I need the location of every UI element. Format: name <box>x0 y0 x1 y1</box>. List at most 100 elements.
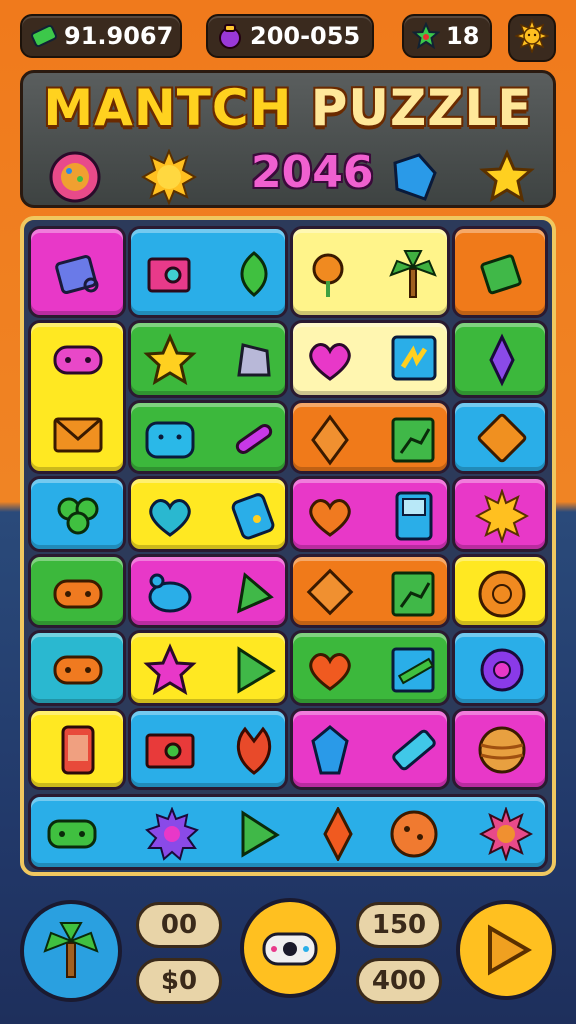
play-icon <box>241 810 280 858</box>
tile[interactable] <box>290 476 450 552</box>
tile[interactable] <box>128 476 288 552</box>
tile[interactable] <box>28 226 126 318</box>
tile[interactable] <box>28 554 126 628</box>
palm-tree-icon <box>389 250 437 298</box>
bell-icon <box>237 343 271 377</box>
gamepad-icon <box>47 819 97 849</box>
planet-icon <box>478 726 526 774</box>
potion-counter[interactable]: 200-055 <box>206 14 374 58</box>
tile[interactable] <box>128 708 288 790</box>
sun-icon <box>475 489 529 543</box>
title-banner: MANTCH PUZZLE 2046 <box>20 70 556 208</box>
heart-icon <box>309 653 351 691</box>
gear-icon <box>480 648 524 692</box>
gamepad-icon <box>53 655 103 685</box>
camera-icon <box>147 257 191 293</box>
cookie-icon <box>390 810 438 858</box>
gameboy-icon <box>395 491 433 541</box>
camera-icon <box>145 733 195 769</box>
tile[interactable] <box>28 794 548 870</box>
potion-icon <box>216 22 244 50</box>
note-icon <box>391 335 437 381</box>
tag-icon <box>231 493 275 540</box>
face-icon <box>145 421 195 459</box>
controller-button[interactable] <box>240 898 340 998</box>
flower-icon <box>312 253 344 297</box>
gamepad-icon <box>53 345 103 375</box>
game-title: MANTCH PUZZLE <box>23 79 553 137</box>
tile[interactable] <box>290 554 450 628</box>
tile[interactable] <box>128 400 288 474</box>
phone-icon <box>61 725 95 775</box>
diamond-icon <box>306 568 354 616</box>
title-part-2: PUZZLE <box>310 79 533 137</box>
tile[interactable] <box>128 630 288 706</box>
tile[interactable] <box>290 708 450 790</box>
sun-icon <box>141 149 197 205</box>
eraser-icon <box>392 729 436 771</box>
percent-icon <box>235 424 273 454</box>
tile[interactable] <box>290 400 450 474</box>
heart-icon <box>149 499 191 537</box>
settings-button[interactable] <box>508 14 556 62</box>
play-icon <box>237 646 276 694</box>
cookie-icon <box>49 151 101 203</box>
wallet-icon <box>55 255 99 295</box>
tile[interactable] <box>452 226 548 318</box>
crystal-icon <box>323 807 353 861</box>
puzzle-board <box>20 216 556 876</box>
tile[interactable] <box>28 708 126 790</box>
tile[interactable] <box>452 400 548 474</box>
cash-icon <box>30 22 58 50</box>
counter-bottom-left: $0 <box>136 958 222 1004</box>
potion-value: 200-055 <box>250 22 361 50</box>
star-value: 18 <box>446 22 480 50</box>
tile[interactable] <box>452 320 548 398</box>
star-counter[interactable]: 18 <box>402 14 492 58</box>
crystal-icon <box>489 333 515 387</box>
tile[interactable] <box>28 476 126 552</box>
gamepad-icon <box>53 579 103 609</box>
chart-card-icon <box>391 571 435 617</box>
cash-value: 91.9067 <box>64 22 174 50</box>
tile[interactable] <box>128 226 288 318</box>
tile[interactable] <box>452 476 548 552</box>
sun-icon <box>513 17 551 57</box>
palm-tree-icon <box>43 922 99 978</box>
tile[interactable] <box>28 630 126 706</box>
tile[interactable] <box>290 320 450 398</box>
tile[interactable] <box>28 320 126 474</box>
gem-icon <box>393 153 437 201</box>
crystal-icon <box>311 725 349 775</box>
gift-icon <box>480 254 522 295</box>
tile[interactable] <box>452 708 548 790</box>
orange-icon <box>478 570 526 618</box>
tile[interactable] <box>452 630 548 706</box>
tile[interactable] <box>290 226 450 318</box>
star-icon <box>143 643 197 696</box>
tablet-icon <box>477 413 527 463</box>
tile[interactable] <box>290 630 450 706</box>
envelope-icon <box>53 417 103 453</box>
game-subtitle: 2046 <box>251 147 374 198</box>
title-part-1: MANTCH <box>43 79 311 137</box>
island-button[interactable] <box>20 900 122 1002</box>
tile[interactable] <box>452 554 548 628</box>
diamond-icon <box>311 414 349 466</box>
leaf-icon <box>236 726 272 775</box>
play-button[interactable] <box>456 900 556 1000</box>
tile[interactable] <box>128 554 288 628</box>
leaf-icon <box>240 251 268 297</box>
heart-icon <box>309 499 351 537</box>
gear-icon <box>145 807 199 861</box>
sun-icon <box>479 807 533 861</box>
chart-card-icon <box>391 417 435 463</box>
cash-counter[interactable]: 91.9067 <box>20 14 182 58</box>
star-icon <box>143 333 197 386</box>
tile[interactable] <box>128 320 288 398</box>
clover-icon <box>57 497 99 535</box>
star-icon <box>479 149 535 203</box>
play-icon <box>488 924 532 976</box>
top-hud: 91.9067 200-055 18 <box>0 10 576 62</box>
gamepad-icon <box>262 932 318 966</box>
